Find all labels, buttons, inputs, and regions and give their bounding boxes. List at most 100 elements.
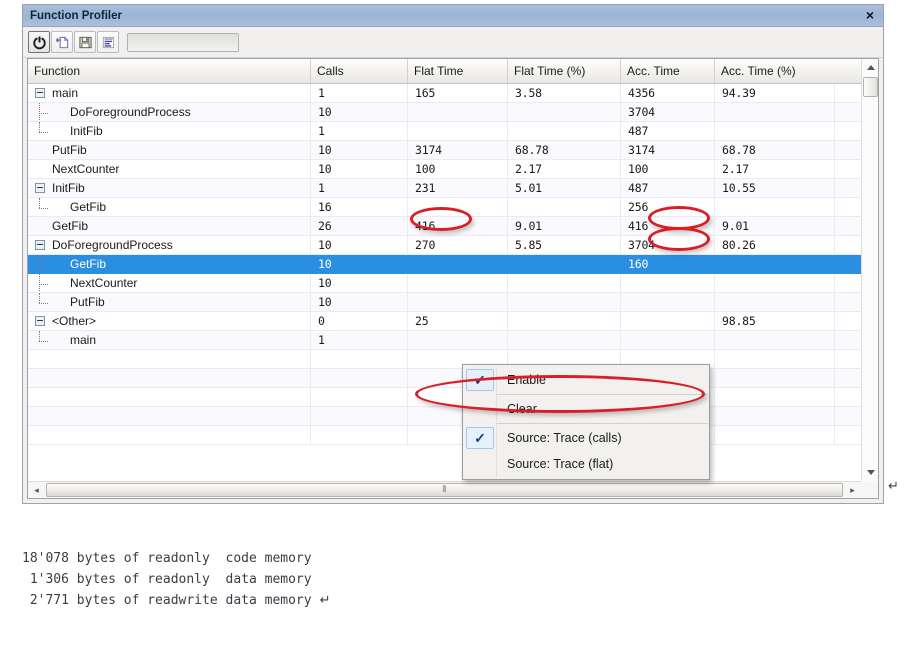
horizontal-scrollbar[interactable]: ◂ ⦀ ▸ (28, 481, 861, 498)
table-row[interactable]: InitFib12315.0148710.55 (28, 179, 878, 198)
collapse-icon[interactable] (35, 240, 45, 250)
scroll-left-button[interactable]: ◂ (28, 482, 45, 498)
cell-acc-time-pct: 2.17 (715, 160, 835, 178)
tree-glyph (32, 407, 50, 425)
grid-column-header[interactable]: Acc. Time (%) (715, 59, 835, 83)
table-row[interactable] (28, 369, 878, 388)
grid-column-header[interactable]: Acc. Time (621, 59, 715, 83)
tree-glyph[interactable] (32, 312, 50, 330)
power-icon-button[interactable] (28, 31, 50, 53)
cell-calls: 10 (311, 293, 408, 311)
cell-calls: 10 (311, 160, 408, 178)
menu-gutter-divider (496, 367, 497, 393)
horizontal-scroll-thumb[interactable]: ⦀ (46, 483, 843, 497)
cell-flat-time-pct: 9.01 (508, 217, 621, 235)
cell-flat-time-pct (508, 331, 621, 349)
grid-body: main11653.58435694.39DoForegroundProcess… (28, 84, 878, 498)
cell-function: GetFib (28, 217, 311, 235)
toolbar (23, 27, 883, 58)
cell-flat-time (408, 274, 508, 292)
table-row[interactable]: <Other>02598.85 (28, 312, 878, 331)
cell-flat-time-pct (508, 293, 621, 311)
grid-column-header[interactable]: Flat Time (408, 59, 508, 83)
cell-flat-time-pct: 2.17 (508, 160, 621, 178)
cell-calls: 1 (311, 331, 408, 349)
table-row[interactable]: GetFib10160 (28, 255, 878, 274)
window-title: Function Profiler (23, 10, 122, 22)
function-name-label: DoForegroundProcess (50, 238, 173, 252)
menu-item-label: Source: Trace (calls) (494, 431, 622, 445)
table-row[interactable] (28, 388, 878, 407)
table-row[interactable]: PutFib10 (28, 293, 878, 312)
save-icon-button[interactable] (74, 31, 96, 53)
table-row[interactable]: PutFib10317468.78317468.78 (28, 141, 878, 160)
function-name-label: GetFib (68, 200, 106, 214)
table-row[interactable]: main11653.58435694.39 (28, 84, 878, 103)
cell-flat-time (408, 103, 508, 121)
tree-glyph (32, 217, 50, 235)
table-row[interactable]: NextCounter10 (28, 274, 878, 293)
cell-acc-time: 3174 (621, 141, 715, 159)
table-row[interactable]: InitFib1487 (28, 122, 878, 141)
cell-acc-time-pct: 94.39 (715, 84, 835, 102)
table-row[interactable] (28, 407, 878, 426)
table-row[interactable] (28, 426, 878, 445)
collapse-icon[interactable] (35, 183, 45, 193)
cell-function: GetFib (28, 198, 311, 216)
tree-line-vertical (39, 198, 40, 208)
table-row[interactable] (28, 350, 878, 369)
function-name-label: NextCounter (68, 276, 137, 290)
table-row[interactable]: NextCounter101002.171002.17 (28, 160, 878, 179)
cell-flat-time-pct (508, 122, 621, 140)
cell-acc-time: 160 (621, 255, 715, 273)
menu-item-label: Clear (494, 402, 537, 416)
table-row[interactable]: DoForegroundProcess102705.85370480.26 (28, 236, 878, 255)
cell-acc-time-pct: 68.78 (715, 141, 835, 159)
cell-flat-time-pct (508, 274, 621, 292)
close-icon[interactable]: × (862, 7, 878, 23)
menu-item[interactable]: ✓Source: Trace (calls) (463, 425, 709, 451)
cell-function: DoForegroundProcess (28, 236, 311, 254)
list-icon-button[interactable] (97, 31, 119, 53)
menu-item[interactable]: Clear (463, 396, 709, 422)
cell-calls: 1 (311, 122, 408, 140)
checkmark-icon: ✓ (466, 427, 494, 449)
cell-function: main (28, 331, 311, 349)
console-line: 2'771 bytes of readwrite data memory↵ (0, 590, 907, 611)
menu-check-slot (466, 398, 494, 420)
toolbar-text-field[interactable] (127, 33, 239, 52)
tree-glyph[interactable] (32, 179, 50, 197)
scroll-up-button[interactable] (862, 59, 879, 76)
vertical-scroll-thumb[interactable] (863, 77, 878, 97)
grid-column-header[interactable]: Calls (311, 59, 408, 83)
vertical-scrollbar[interactable] (861, 59, 878, 481)
menu-item[interactable]: Source: Trace (flat) (463, 451, 709, 477)
cell-flat-time (408, 198, 508, 216)
collapse-icon[interactable] (35, 316, 45, 326)
cell-flat-time: 165 (408, 84, 508, 102)
menu-item[interactable]: ✓ Enable (463, 367, 709, 393)
menu-item-label: Enable (494, 373, 546, 387)
tree-glyph[interactable] (32, 84, 50, 102)
scroll-right-button[interactable]: ▸ (844, 482, 861, 498)
cell-acc-time: 4356 (621, 84, 715, 102)
window-titlebar[interactable]: Function Profiler × (23, 5, 883, 27)
cell-function: NextCounter (28, 274, 311, 292)
grid-column-header[interactable]: Flat Time (%) (508, 59, 621, 83)
cell-acc-time-pct: 80.26 (715, 236, 835, 254)
new-document-icon-button[interactable] (51, 31, 73, 53)
collapse-icon[interactable] (35, 88, 45, 98)
scroll-thumb-grip-icon: ⦀ (442, 485, 446, 495)
table-row[interactable]: DoForegroundProcess103704 (28, 103, 878, 122)
table-row[interactable]: GetFib264169.014169.01 (28, 217, 878, 236)
cell-acc-time-pct (715, 426, 835, 444)
cell-acc-time-pct (715, 103, 835, 121)
cell-acc-time: 487 (621, 122, 715, 140)
scroll-down-button[interactable] (862, 464, 879, 481)
check-glyph: ✓ (474, 373, 486, 387)
tree-glyph[interactable] (32, 236, 50, 254)
table-row[interactable]: GetFib16256 (28, 198, 878, 217)
tree-line-horizontal (39, 113, 48, 114)
table-row[interactable]: main1 (28, 331, 878, 350)
grid-column-header[interactable]: Function (28, 59, 311, 83)
